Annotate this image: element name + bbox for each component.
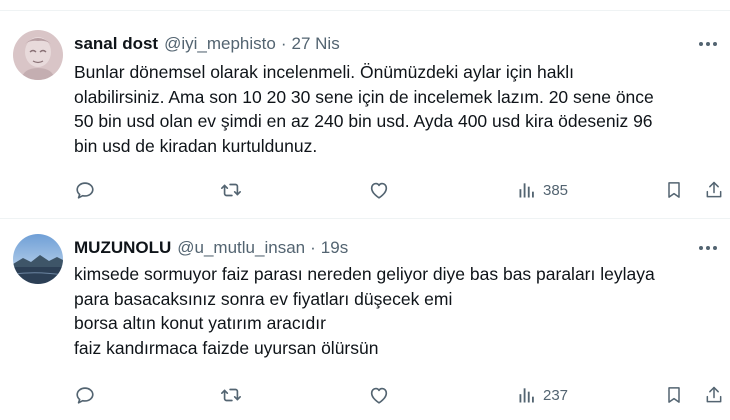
tweet-header: sanal dost @iyi_mephisto · 27 Nis xyxy=(74,34,340,54)
timestamp[interactable]: 19s xyxy=(321,238,348,258)
tweet-text-line: para basacaksınız sonra ev fiyatları düş… xyxy=(74,288,453,309)
display-name[interactable]: sanal dost xyxy=(74,34,158,54)
tweet-text-line: Bunlar dönemsel olarak incelenmeli. Önüm… xyxy=(74,62,574,82)
share-icon xyxy=(704,179,724,201)
view-count: 237 xyxy=(543,386,569,404)
more-icon[interactable] xyxy=(694,34,722,54)
user-handle[interactable]: @iyi_mephisto xyxy=(164,34,276,54)
retweet-icon xyxy=(219,179,243,201)
user-handle[interactable]: @u_mutlu_insan xyxy=(177,238,305,258)
like-icon xyxy=(368,384,390,406)
views-button[interactable]: 237 xyxy=(517,383,568,407)
share-button[interactable] xyxy=(704,383,724,407)
views-button[interactable]: 385 xyxy=(517,178,568,202)
tweet-text-line: bin usd de kiradan kurtuldunuz. xyxy=(74,135,318,156)
display-name[interactable]: MUZUNOLU xyxy=(74,238,171,258)
like-icon xyxy=(368,179,390,201)
tweet-text-line: 50 bin usd olan ev şimdi en az 240 bin u… xyxy=(74,111,653,131)
bookmark-button[interactable] xyxy=(664,178,684,202)
avatar[interactable] xyxy=(13,234,63,284)
tweet-text: Bunlar dönemsel olarak incelenmeli. Önüm… xyxy=(74,60,714,158)
reply-button[interactable] xyxy=(74,178,96,202)
reply-icon xyxy=(74,384,96,406)
tweet[interactable]: sanal dost @iyi_mephisto · 27 Nis Bunlar… xyxy=(0,12,730,219)
tweet-header: MUZUNOLU @u_mutlu_insan · 19s xyxy=(74,238,348,258)
share-button[interactable] xyxy=(704,178,724,202)
retweet-button[interactable] xyxy=(219,178,243,202)
action-bar: 237 xyxy=(0,383,730,407)
retweet-icon xyxy=(219,384,243,406)
tweet-text-line: olabilirsiniz. Ama son 10 20 30 sene içi… xyxy=(74,86,654,107)
tweet-text-line: kimsede sormuyor faiz parası nereden gel… xyxy=(74,264,655,284)
separator-dot: · xyxy=(310,238,316,257)
separator-dot: · xyxy=(280,34,287,53)
reply-button[interactable] xyxy=(74,383,96,407)
bookmark-button[interactable] xyxy=(664,383,684,407)
share-icon xyxy=(704,384,724,406)
retweet-button[interactable] xyxy=(219,383,243,407)
timestamp[interactable]: 27 Nis xyxy=(292,34,340,54)
more-icon[interactable] xyxy=(694,238,722,258)
tweet-text-line: borsa altın konut yatırım aracıdır xyxy=(74,313,326,333)
view-count: 385 xyxy=(543,181,569,199)
reply-icon xyxy=(74,179,96,201)
like-button[interactable] xyxy=(368,178,390,202)
views-icon xyxy=(517,385,537,405)
action-bar: 385 xyxy=(0,178,730,202)
previous-tweet-edge xyxy=(0,0,730,11)
like-button[interactable] xyxy=(368,383,390,407)
tweet[interactable]: MUZUNOLU @u_mutlu_insan · 19s kimsede so… xyxy=(0,220,730,420)
tweet-text-line: faiz kandırmaca faizde uyursan ölürsün xyxy=(74,337,379,358)
tweet-text: kimsede sormuyor faiz parası nereden gel… xyxy=(74,262,714,360)
views-icon xyxy=(517,180,537,200)
bookmark-icon xyxy=(664,384,684,406)
avatar[interactable] xyxy=(13,30,63,80)
bookmark-icon xyxy=(664,179,684,201)
